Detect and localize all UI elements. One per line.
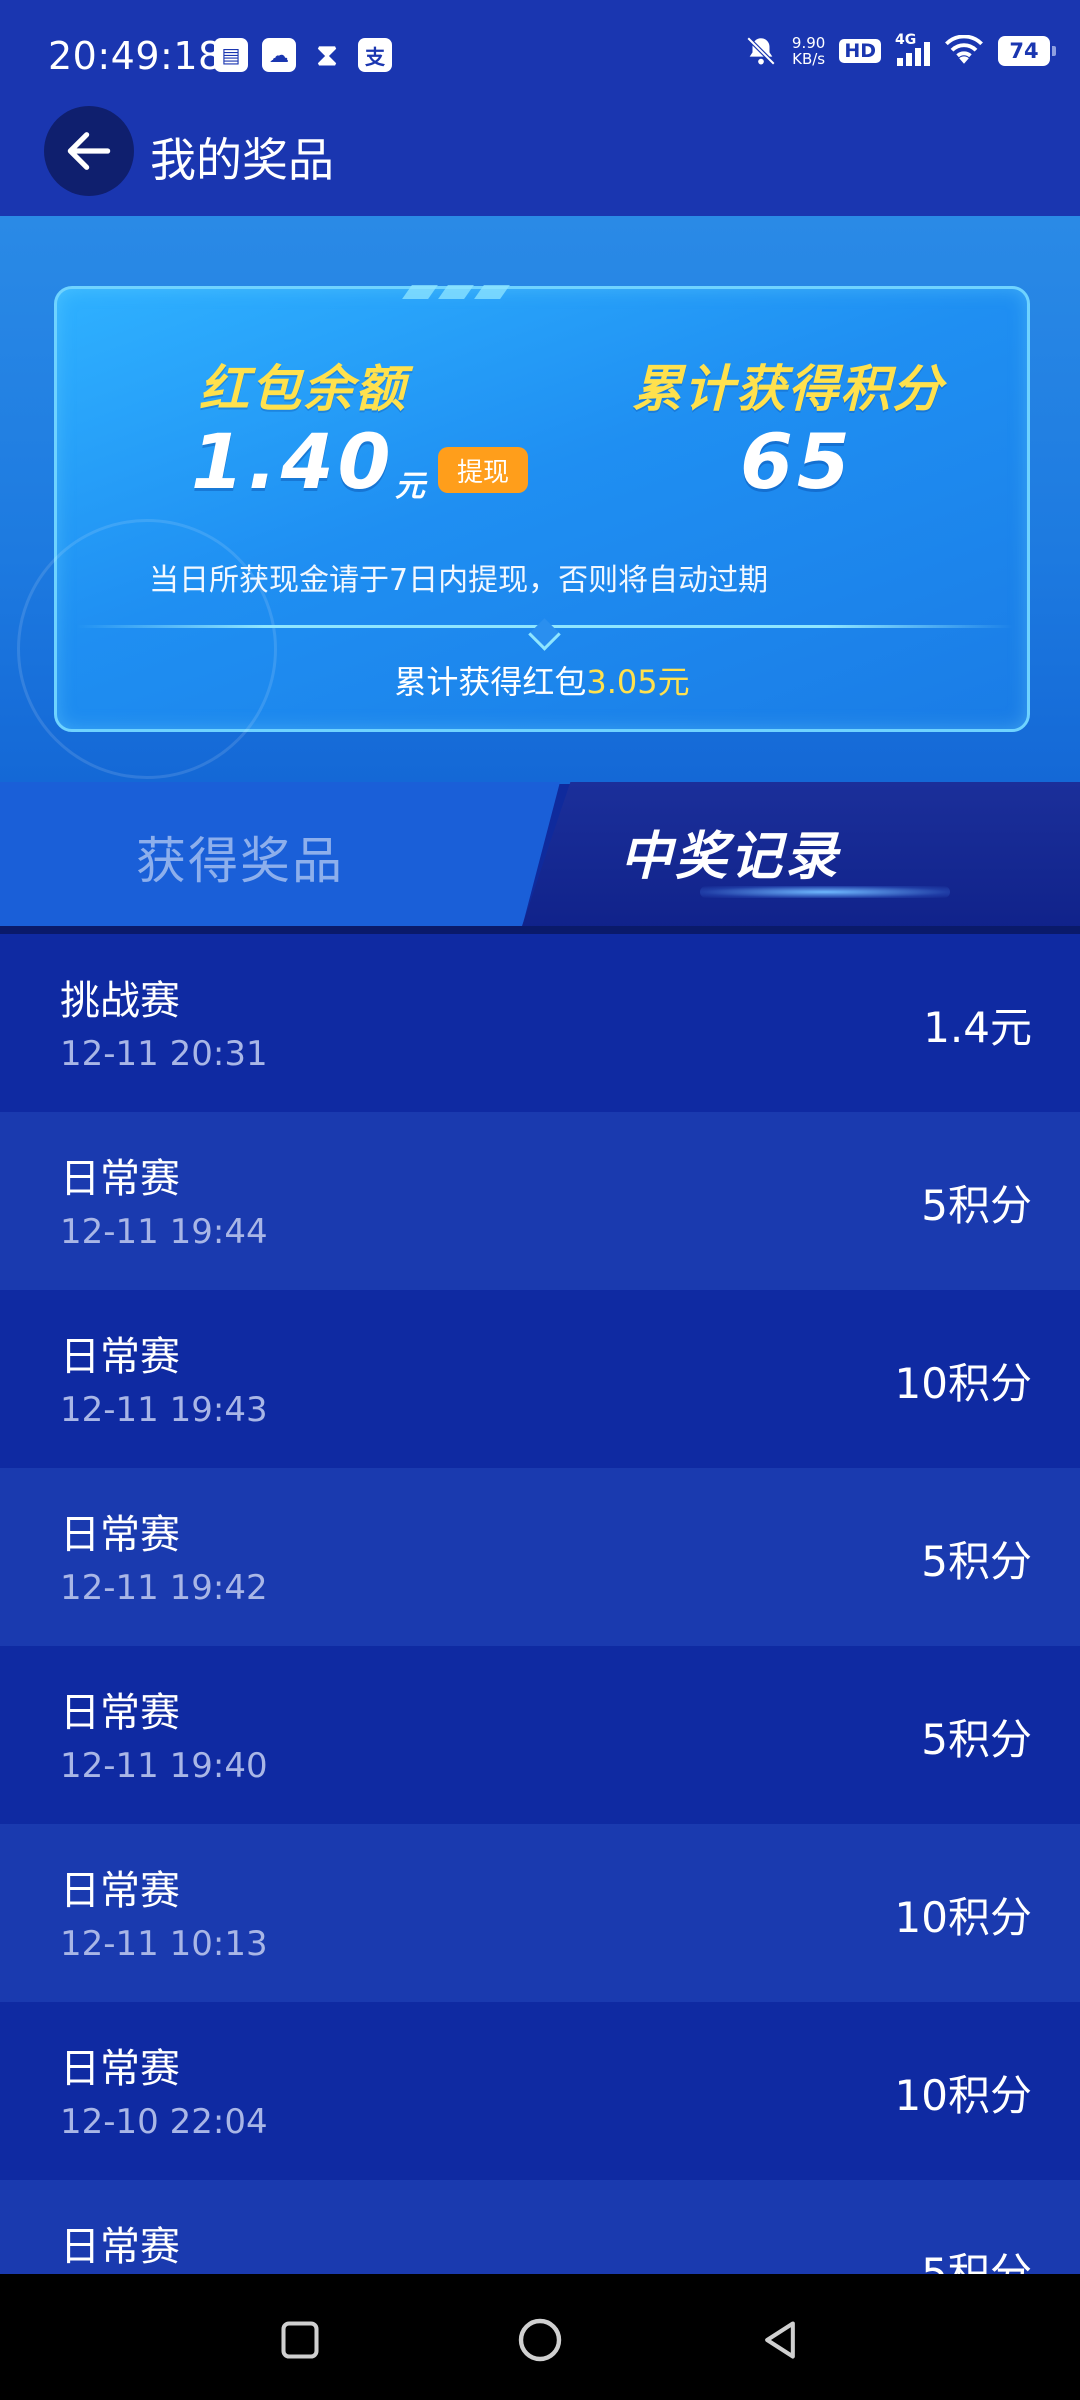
record-title: 日常赛 <box>60 2046 180 2092</box>
status-bar: 20:49:18 ▤ ☁ ⧗ 支 9.90 KB/s HD 4G 74 <box>0 0 1080 110</box>
record-time: 12-11 19:40 <box>60 1746 268 1786</box>
network-type: 4G <box>895 32 917 48</box>
system-nav-bar <box>0 2274 1080 2400</box>
notification-icons: ▤ ☁ ⧗ 支 <box>214 37 392 73</box>
list-item[interactable]: 日常赛 12-11 10:13 10积分 <box>0 1824 1080 2002</box>
list-item[interactable]: 挑战赛 12-11 20:31 1.4元 <box>0 934 1080 1112</box>
alipay-icon: 支 <box>358 38 392 72</box>
triangle-back-icon <box>765 2321 795 2359</box>
points-value: 65 <box>740 417 854 506</box>
list-item[interactable]: 日常赛 12-11 19:44 5积分 <box>0 1112 1080 1290</box>
tab-bar: 获得奖品 中奖记录 <box>0 782 1080 932</box>
record-reward: 5积分 <box>921 2249 1032 2274</box>
record-reward: 5积分 <box>921 1537 1032 1586</box>
home-button[interactable] <box>510 2310 570 2370</box>
status-right: 9.90 KB/s HD 4G 74 <box>744 32 1056 68</box>
list-item[interactable]: 日常赛 12-11 19:42 5积分 <box>0 1468 1080 1646</box>
list-item[interactable]: 日常赛 12-10 22:04 10积分 <box>0 2002 1080 2180</box>
total-red-packet: 累计获得红包3.05元 <box>57 657 1027 703</box>
arrow-left-icon <box>67 132 111 170</box>
record-title: 日常赛 <box>60 1334 180 1380</box>
record-time: 12-10 22:04 <box>60 2102 268 2142</box>
active-tab-indicator <box>700 886 950 898</box>
wifi-icon <box>945 35 983 64</box>
balance-label: 红包余额 <box>199 360 407 418</box>
back-nav-button[interactable] <box>750 2310 810 2370</box>
tab-edge <box>0 926 1080 934</box>
list-item[interactable]: 日常赛 12-11 19:43 10积分 <box>0 1290 1080 1468</box>
recents-button[interactable] <box>270 2310 330 2370</box>
record-time: 12-11 19:44 <box>60 1212 268 1252</box>
top-bar: 20:49:18 ▤ ☁ ⧗ 支 9.90 KB/s HD 4G 74 我的奖品 <box>0 0 1080 216</box>
back-button[interactable] <box>44 106 134 196</box>
record-time: 12-11 10:13 <box>60 1924 268 1964</box>
total-prefix: 累计获得红包 <box>394 663 587 701</box>
record-title: 日常赛 <box>60 1868 180 1914</box>
status-time: 20:49:18 <box>48 34 223 78</box>
summary-section: 红包余额 1.40 元 提现 累计获得积分 65 当日所获现金请于7日内提现，否… <box>0 216 1080 784</box>
tab-prizes-label: 获得奖品 <box>136 832 344 890</box>
record-list[interactable]: 挑战赛 12-11 20:31 1.4元 日常赛 12-11 19:44 5积分… <box>0 934 1080 2274</box>
withdraw-button[interactable]: 提现 <box>438 447 528 493</box>
record-reward: 5积分 <box>921 1715 1032 1764</box>
hourglass-icon: ⧗ <box>316 37 338 73</box>
stripe-decoration <box>402 285 510 299</box>
record-reward: 10积分 <box>894 1893 1032 1942</box>
points-label: 累计获得积分 <box>632 360 944 418</box>
square-icon <box>281 2321 319 2359</box>
signal-icon: 4G <box>895 32 930 66</box>
record-reward: 5积分 <box>921 1181 1032 1230</box>
tab-records-label: 中奖记录 <box>620 827 841 887</box>
tab-records[interactable]: 中奖记录 <box>520 782 1080 932</box>
list-item[interactable]: 日常赛 12-11 19:40 5积分 <box>0 1646 1080 1824</box>
balance-value: 1.40 <box>191 417 395 506</box>
card-divider <box>77 625 1013 628</box>
battery-icon: 74 <box>998 36 1056 66</box>
record-title: 日常赛 <box>60 2224 180 2270</box>
record-time: 12-11 19:42 <box>60 1568 268 1608</box>
record-time: 12-11 20:31 <box>60 1034 268 1074</box>
record-title: 日常赛 <box>60 1690 180 1736</box>
total-amount: 3.05元 <box>586 663 690 701</box>
net-speed-unit: KB/s <box>792 50 826 68</box>
record-reward: 1.4元 <box>923 1003 1032 1052</box>
record-title: 挑战赛 <box>60 978 180 1024</box>
cloud-icon: ☁ <box>262 38 296 72</box>
summary-card: 红包余额 1.40 元 提现 累计获得积分 65 当日所获现金请于7日内提现，否… <box>17 285 1030 779</box>
tab-prizes[interactable]: 获得奖品 <box>0 782 560 932</box>
expiry-notice: 当日所获现金请于7日内提现，否则将自动过期 <box>149 563 769 598</box>
balance-unit: 元 <box>395 469 425 504</box>
record-time: 12-11 19:43 <box>60 1390 268 1430</box>
record-reward: 10积分 <box>894 1359 1032 1408</box>
page-header: 我的奖品 <box>0 104 1080 212</box>
mute-bell-icon <box>746 36 776 66</box>
record-reward: 10积分 <box>894 2071 1032 2120</box>
circle-icon <box>518 2318 562 2362</box>
net-speed-value: 9.90 <box>791 34 826 52</box>
hd-badge: HD <box>839 39 881 63</box>
bank-icon: ▤ <box>214 38 248 72</box>
record-title: 日常赛 <box>60 1512 180 1558</box>
net-speed: 9.90 KB/s <box>792 35 825 67</box>
page-title: 我的奖品 <box>150 133 334 187</box>
record-title: 日常赛 <box>60 1156 180 1202</box>
list-item[interactable]: 日常赛 5积分 <box>0 2180 1080 2274</box>
